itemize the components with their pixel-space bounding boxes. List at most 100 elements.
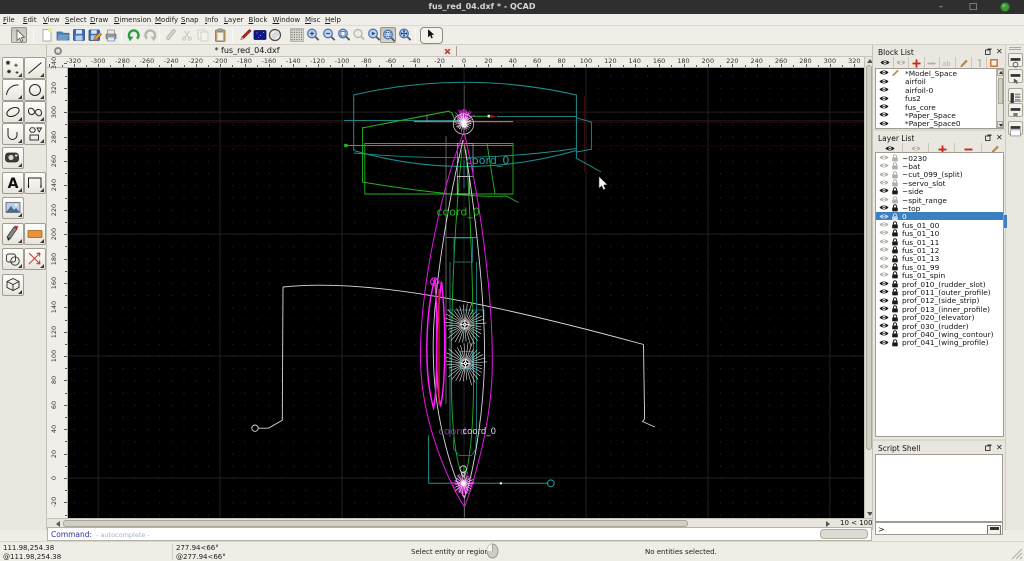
box-3d-tool-button[interactable] [2, 274, 24, 296]
block-scroll-thumb[interactable] [997, 77, 1003, 104]
layer-visible-icon[interactable] [879, 280, 889, 287]
tab-close-icon[interactable] [443, 46, 452, 56]
layer-row[interactable]: ~bat [876, 161, 1003, 171]
layer-visible-icon[interactable] [879, 255, 889, 262]
layer-list-close-icon[interactable]: ✕ [996, 133, 1003, 142]
arc-tools-button[interactable] [2, 79, 24, 101]
menu-modify[interactable]: Modify [155, 16, 178, 24]
layer-visible-icon[interactable] [879, 171, 889, 178]
property-editor-toggle-button[interactable] [1008, 53, 1023, 68]
undo-button[interactable] [126, 27, 142, 43]
layer-row[interactable]: 0 [876, 211, 1003, 221]
menu-select[interactable]: Select [65, 16, 87, 24]
zoom-in-button[interactable] [305, 27, 321, 43]
viewport-tools-button[interactable] [2, 147, 24, 169]
layer-visible-icon[interactable] [879, 187, 889, 194]
menu-info[interactable]: Info [205, 16, 218, 24]
command-line-options-button[interactable] [820, 529, 868, 539]
layer-visible-icon[interactable] [879, 263, 889, 270]
resize-grip[interactable] [1009, 546, 1023, 560]
scroll-down-button[interactable] [997, 120, 1003, 128]
layer-visible-icon[interactable] [879, 322, 889, 329]
scissors-button[interactable] [179, 27, 195, 43]
layer-lock-icon[interactable] [891, 339, 899, 347]
block-visible-icon[interactable] [879, 103, 889, 110]
block-visible-icon[interactable] [879, 120, 889, 127]
layer-row[interactable]: fus_01_99 [876, 262, 1003, 272]
library-browser-toggle-button[interactable] [1008, 88, 1023, 103]
layer-row[interactable]: fus_01_10 [876, 229, 1003, 238]
selection-filter-toggle-button[interactable] [1008, 69, 1023, 84]
layer-visible-icon[interactable] [879, 297, 889, 304]
new-file-button[interactable] [39, 27, 55, 43]
current-action-pointer-button[interactable] [420, 27, 443, 44]
polyline-tools-button[interactable] [2, 123, 24, 145]
horizontal-scrollbar[interactable] [47, 518, 872, 527]
selection-pointer-button[interactable] [11, 27, 27, 43]
layer-visible-icon[interactable] [879, 288, 889, 295]
block-row[interactable]: *Paper_Space [876, 111, 1003, 120]
layer-visible-icon[interactable] [879, 271, 889, 278]
zoom-out-button[interactable] [321, 27, 337, 43]
script-shell-window-button[interactable] [987, 524, 1001, 534]
layer-row[interactable]: fus_01_00 [876, 220, 1003, 230]
save-as-button[interactable] [87, 27, 103, 43]
zoom-auto-button[interactable] [336, 27, 352, 43]
hatch-tool-button[interactable] [2, 223, 24, 245]
layer-row[interactable]: ~0230 [876, 153, 1003, 163]
layer-row[interactable]: prof_012_(side_strip) [876, 296, 1003, 305]
menu-help[interactable]: Help [325, 16, 341, 24]
open-file-button[interactable] [55, 27, 71, 43]
menu-layer[interactable]: Layer [224, 16, 244, 24]
dock-handle[interactable] [1009, 47, 1021, 50]
dimension-tools-button[interactable] [24, 172, 46, 194]
script-shell-toggle-button[interactable] [1008, 121, 1023, 137]
layer-row[interactable]: prof_020_(elevator) [876, 313, 1003, 322]
block-list-float-icon[interactable] [985, 48, 992, 55]
print-button[interactable] [103, 27, 119, 43]
close-icon[interactable] [999, 2, 1011, 12]
layer-row[interactable]: fus_01_11 [876, 237, 1003, 247]
paste-button[interactable] [212, 27, 228, 43]
menu-block[interactable]: Block [249, 16, 268, 24]
layer-row[interactable]: fus_01_spin [876, 271, 1003, 280]
layer-visible-icon[interactable] [879, 162, 889, 169]
line-tools-button[interactable] [24, 57, 46, 79]
menu-misc[interactable]: Misc [305, 16, 321, 24]
layer-row[interactable]: fus_01_12 [876, 245, 1003, 255]
layer-row[interactable]: prof_040_(wing_contour) [876, 330, 1003, 339]
layer-visible-icon[interactable] [879, 179, 889, 186]
layer-list-float-icon[interactable] [985, 134, 992, 141]
block-row[interactable]: fus_core [876, 102, 1003, 112]
command-line[interactable]: Command: - autocomplete - [47, 527, 872, 541]
script-shell-input[interactable]: > [875, 522, 1003, 535]
maximize-icon[interactable]: □ [967, 2, 979, 12]
dock-splitter[interactable] [873, 439, 1006, 441]
block-row[interactable]: fus2 [876, 94, 1003, 103]
block-visible-icon[interactable] [879, 78, 889, 85]
layer-row[interactable]: fus_01_13 [876, 254, 1003, 263]
layer-row[interactable]: prof_011_(outer_profile) [876, 288, 1003, 297]
grid-toggle-button[interactable] [289, 27, 305, 43]
menu-file[interactable]: File [3, 16, 15, 24]
zoom-previous-button[interactable] [351, 27, 367, 43]
layer-visible-icon[interactable] [879, 314, 889, 321]
layer-visible-icon[interactable] [879, 204, 889, 211]
layer-row[interactable]: ~servo_slot [876, 178, 1003, 188]
layer-row[interactable]: prof_030_(rudder) [876, 321, 1003, 331]
menu-edit[interactable]: Edit [23, 16, 37, 24]
layer-visible-icon[interactable] [879, 246, 889, 253]
pen-color-button[interactable] [237, 27, 253, 43]
layer-row[interactable]: ~spit_range [876, 195, 1003, 205]
layer-row[interactable]: prof_013_(inner_profile) [876, 304, 1003, 314]
layer-visible-icon[interactable] [879, 305, 889, 312]
layer-row[interactable]: ~top [876, 203, 1003, 213]
script-shell-output[interactable] [875, 454, 1003, 522]
layer-visible-icon[interactable] [879, 221, 889, 228]
drawing-canvas[interactable]: coord_0 coord_0 coord coord_0 [68, 68, 864, 518]
text-tool-button[interactable]: A [2, 172, 24, 194]
boolean-tools-button[interactable] [2, 248, 24, 270]
block-row[interactable]: airfoil-0 [876, 85, 1003, 95]
menu-dimension[interactable]: Dimension [114, 16, 151, 24]
document-tab-title[interactable]: * fus_red_04.dxf [57, 46, 437, 55]
